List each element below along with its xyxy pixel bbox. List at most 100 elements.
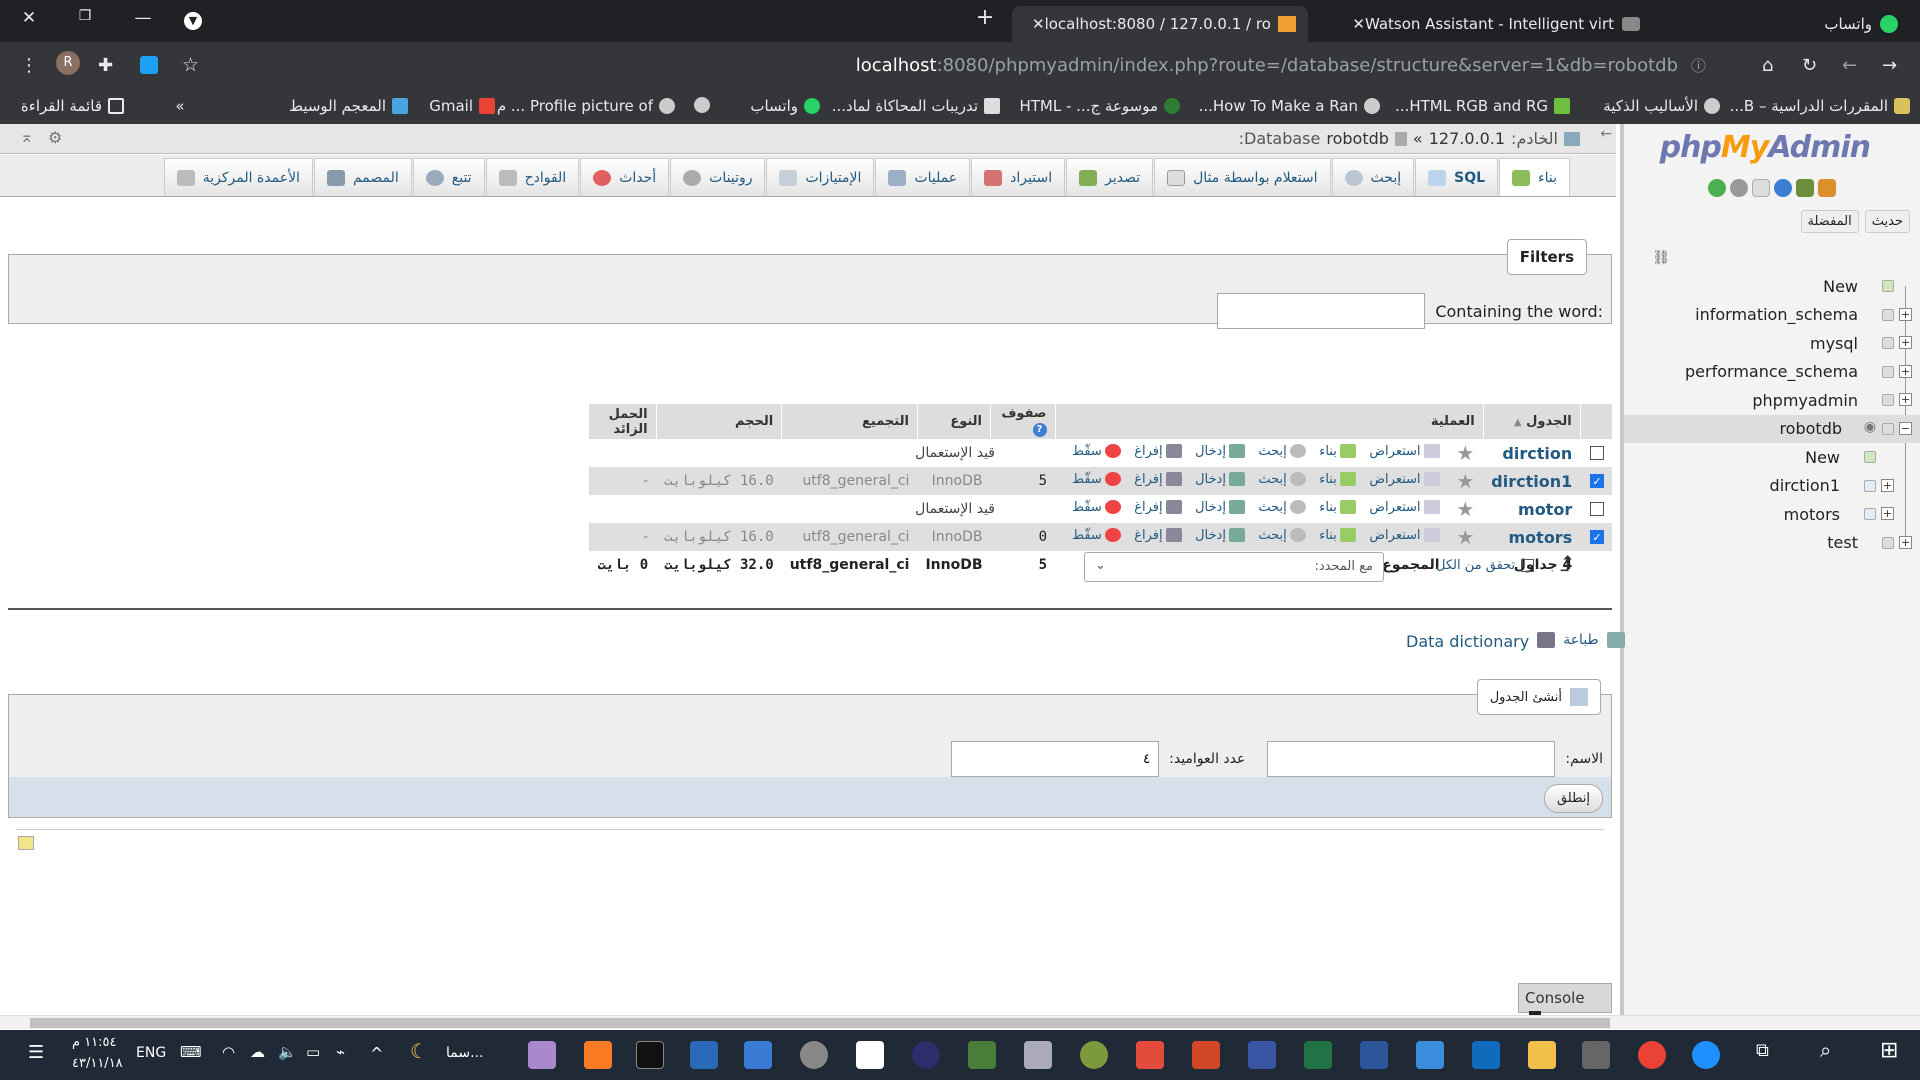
bookmark-item[interactable]: Gmail [429,97,495,115]
bookmark-item[interactable]: HTML RGB and RG... [1395,97,1570,115]
header-size[interactable]: الحجم [655,404,782,439]
collapse-icon[interactable]: − [1899,421,1912,435]
favorite-star-icon[interactable]: ★ [1456,497,1474,521]
insert-action[interactable]: إدخال [1195,528,1245,543]
insert-action[interactable]: إدخال [1195,472,1245,487]
bookmark-item[interactable]: Profile picture of ... م [497,97,675,115]
chevron-up-icon[interactable]: ^ [370,1044,383,1063]
tree-item-information-schema[interactable]: + information_schema [1624,301,1920,330]
tab-events[interactable]: أحداث [580,158,670,196]
tab-central-columns[interactable]: الأعمدة المركزية [163,158,313,196]
favorite-star-icon[interactable]: ★ [1456,469,1474,493]
expand-icon[interactable]: + [1881,478,1894,492]
file-explorer-icon[interactable] [1528,1041,1556,1069]
reload-icon[interactable]: ↻ [1802,55,1817,76]
tab-tracking[interactable]: تتبع [412,158,485,196]
home-nav-icon[interactable] [1818,179,1836,197]
go-button[interactable]: إنطلق [1543,784,1603,813]
sql-window-icon[interactable] [1796,179,1814,197]
acrobat-icon[interactable] [1136,1041,1164,1069]
toggle-nav-icon[interactable]: ← [1600,126,1612,142]
forward-icon[interactable]: → [1882,55,1897,76]
task-view-icon[interactable]: ⧉ [1756,1040,1784,1068]
minimize-window-icon[interactable]: — [128,8,158,28]
bookmark-item[interactable]: واتساب [750,97,820,115]
expand-icon[interactable]: + [1881,507,1894,520]
profile-avatar[interactable]: R [56,51,80,75]
tree-item-dirction1[interactable]: + dirction1 [1624,472,1920,501]
restore-window-icon[interactable]: ❐ [70,8,100,24]
settings-icon[interactable]: ⚙ [48,128,62,147]
wamp-icon[interactable] [856,1041,884,1069]
tab-triggers[interactable]: القوادح [485,158,580,196]
extensions-icon[interactable]: ✚ [98,55,113,76]
windows-start-icon[interactable]: ⊞ [1880,1038,1908,1066]
paint-icon[interactable] [528,1041,556,1069]
menu-dots-icon[interactable]: ⋮ [20,55,38,76]
tree-item-test[interactable]: + test [1624,529,1920,558]
bookmarks-more[interactable]: » [170,97,190,115]
extension-app-icon[interactable] [140,56,158,74]
chrome-icon[interactable] [1638,1041,1666,1069]
header-table[interactable]: الجدول ▲ [1482,404,1581,439]
empty-action[interactable]: إفراغ [1134,472,1182,487]
bookmark-item[interactable]: تدريبات المحاكاة لماد... [832,97,1000,115]
xampp-icon[interactable] [584,1041,612,1069]
browse-action[interactable]: استعراض [1369,500,1440,515]
tab-recent[interactable]: حديث [1864,210,1910,233]
tab-operations[interactable]: عمليات [875,158,971,196]
size-cell[interactable]: 16.0 كيلوبايت [656,523,782,551]
breadcrumb-db[interactable]: robotdb [1326,129,1389,148]
table-name-link[interactable]: dirction [1502,444,1572,463]
browse-action[interactable]: استعراض [1369,528,1440,543]
expand-icon[interactable]: + [1899,364,1912,378]
favorite-star-icon[interactable]: ★ [1456,525,1474,549]
favorite-star-icon[interactable]: ★ [1456,441,1474,465]
reading-list[interactable]: قائمة القراءة [21,97,124,115]
reload-nav-icon[interactable] [1708,179,1726,197]
data-dictionary-link[interactable]: Data dictionary [1406,632,1529,651]
structure-action[interactable]: بناء [1319,444,1356,459]
tree-item-mysql[interactable]: + mysql [1624,329,1920,358]
empty-action[interactable]: إفراغ [1134,528,1182,543]
link-icon[interactable]: ⛓ [1652,250,1670,266]
tree-item-performance-schema[interactable]: + performance_schema [1624,358,1920,387]
volume-icon[interactable]: 🔈 [278,1043,297,1061]
insert-action[interactable]: إدخال [1195,500,1245,515]
bookmark-item[interactable]: المعجم الوسيط [289,97,408,115]
check-all[interactable]: تحقق من الكل [1436,558,1535,573]
tab-import[interactable]: استيراد [971,158,1066,196]
insert-action[interactable]: إدخال [1195,444,1245,459]
tab-privileges[interactable]: الإمتيازات [766,158,875,196]
cloud-icon[interactable]: ☁ [250,1043,265,1061]
tab-export[interactable]: تصدير [1066,158,1154,196]
search-action[interactable]: إبحث [1258,528,1306,543]
tab-favorites[interactable]: المفضلة [1800,210,1859,233]
excel-icon[interactable] [1304,1041,1332,1069]
drop-action[interactable]: سقّط [1072,472,1121,487]
bookmark-item[interactable]: الأساليب الذكية [1603,97,1720,115]
visual-studio-code-icon[interactable] [690,1041,718,1069]
search-action[interactable]: إبحث [1258,444,1306,459]
structure-action[interactable]: بناء [1319,500,1356,515]
bookmark-star-icon[interactable]: ☆ [182,54,199,76]
tab-watson[interactable]: Watson Assistant - Intelligent virt ✕ [1312,6,1652,42]
table-name-input[interactable] [1267,741,1556,777]
app-icon[interactable] [968,1041,996,1069]
horizontal-scrollbar[interactable] [0,1015,1920,1029]
keyboard-icon[interactable]: ⌨ [180,1043,202,1061]
collapse-top-icon[interactable]: ⌅ [20,127,33,146]
search-icon[interactable]: ⌕ [1820,1038,1848,1066]
drop-action[interactable]: سقّط [1072,528,1121,543]
word-icon[interactable] [1360,1041,1388,1069]
outlook-icon[interactable] [1472,1041,1500,1069]
browse-action[interactable]: استعراض [1369,444,1440,459]
eye-icon[interactable]: ◉ [1864,419,1876,435]
table-name-link[interactable]: motor [1518,500,1572,519]
close-window-icon[interactable]: ✕ [14,8,44,28]
eclipse-icon[interactable] [912,1041,940,1069]
close-tab-icon[interactable]: ✕ [1352,15,1365,33]
check-all-checkbox[interactable] [1521,559,1535,572]
new-tab-button[interactable]: + [970,5,1000,30]
app-icon[interactable] [800,1041,828,1069]
